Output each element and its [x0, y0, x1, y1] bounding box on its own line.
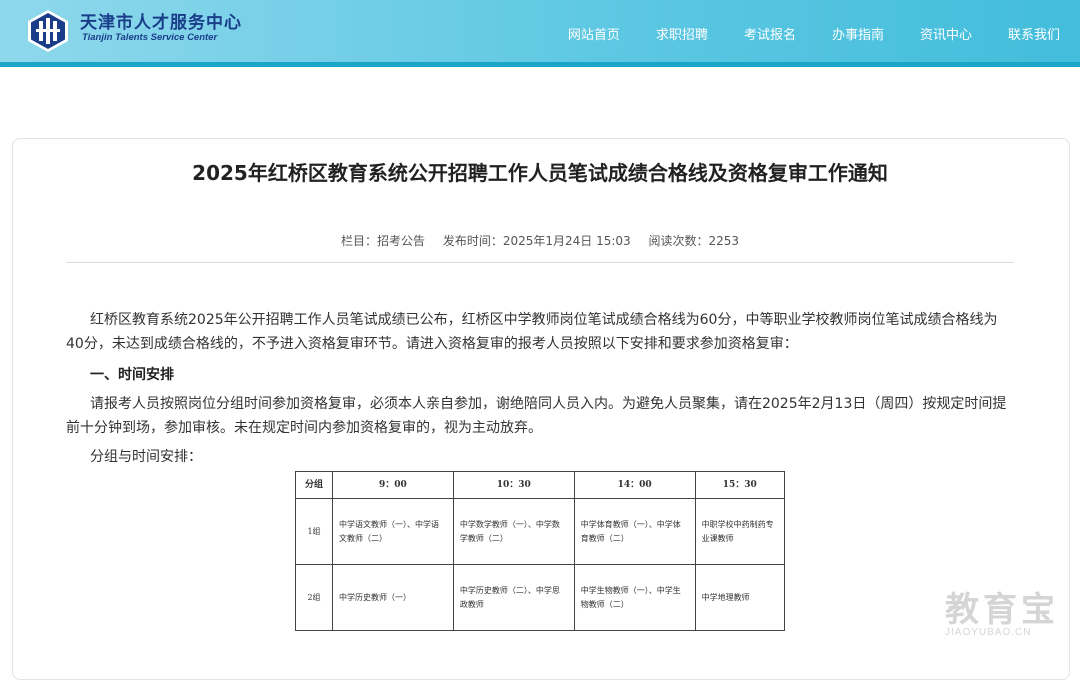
main-nav: 网站首页 求职招聘 考试报名 办事指南 资讯中心 联系我们: [532, 24, 1060, 43]
article-paragraph-schedule-label: 分组与时间安排：: [90, 449, 202, 465]
table-cell: 中学历史教师（一）: [332, 564, 454, 631]
table-row: 1组 中学语文教师（一）、中学语文教师（二） 中学数学教师（一）、中学数学教师（…: [295, 498, 786, 565]
schedule-table: 分组 9：00 10：30 14：00 15：30 1组 中学语文教师（一）、中…: [295, 471, 786, 631]
table-cell-group: 1组: [295, 498, 333, 565]
nav-item-contact[interactable]: 联系我们: [1008, 24, 1060, 43]
table-cell-group: 2组: [295, 564, 333, 631]
table-cell: 中学语文教师（一）、中学语文教师（二）: [332, 498, 454, 565]
nav-item-guide[interactable]: 办事指南: [832, 24, 884, 43]
nav-item-news[interactable]: 资讯中心: [920, 24, 972, 43]
article-paragraph-time: 请报考人员按照岗位分组时间参加资格复审，必须本人亲自参加，谢绝陪同人员入内。为避…: [66, 396, 1007, 436]
article-view-count: 阅读次数：2253: [648, 234, 740, 248]
article-column: 栏目：招考公告: [340, 234, 425, 248]
table-header-cell: 15：30: [694, 471, 786, 499]
table-header-cell: 14：00: [573, 471, 696, 499]
table-header-cell: 10：30: [452, 471, 575, 499]
header-divider: [0, 62, 1080, 67]
watermark: 教育宝 JIAOYUBAO.CN: [945, 582, 1059, 638]
table-cell: 中学历史教师（二）、中学思政教师: [452, 564, 575, 631]
table-header-cell: 9：00: [332, 471, 454, 499]
table-cell: 中学数学教师（一）、中学数学教师（二）: [452, 498, 575, 565]
table-header-cell: 分组: [295, 471, 333, 499]
site-header: 天津市人才服务中心 Tianjin Talents Service Center…: [0, 0, 1080, 62]
nav-item-jobs[interactable]: 求职招聘: [656, 24, 708, 43]
table-cell: 中学地理教师: [694, 564, 786, 631]
logo-title-en[interactable]: Tianjin Talents Service Center: [82, 32, 217, 43]
table-header-row: 分组 9：00 10：30 14：00 15：30: [295, 471, 786, 499]
section-heading-time: 一、时间安排: [90, 367, 174, 383]
table-cell: 中学体育教师（一）、中学体育教师（二）: [573, 498, 696, 565]
nav-item-home[interactable]: 网站首页: [568, 24, 620, 43]
logo-emblem-icon[interactable]: [26, 9, 70, 53]
article-published-time: 发布时间：2025年1月24日 15:03: [442, 234, 631, 248]
nav-item-exam-registration[interactable]: 考试报名: [744, 24, 796, 43]
article-meta: 栏目：招考公告 发布时间：2025年1月24日 15:03 阅读次数：2253: [0, 232, 1080, 249]
table-row: 2组 中学历史教师（一） 中学历史教师（二）、中学思政教师 中学生物教师（一）、…: [295, 564, 786, 631]
table-cell: 中学生物教师（一）、中学生物教师（二）: [573, 564, 696, 631]
meta-divider: [66, 262, 1014, 263]
watermark-cn: 教育宝: [945, 590, 1059, 630]
article-title: 2025年红桥区教育系统公开招聘工作人员笔试成绩合格线及资格复审工作通知: [192, 161, 888, 185]
table-cell: 中职学校中药制药专业课教师: [694, 498, 786, 565]
logo-title-cn[interactable]: 天津市人才服务中心: [80, 8, 242, 33]
article-paragraph-intro: 红桥区教育系统2025年公开招聘工作人员笔试成绩已公布，红桥区中学教师岗位笔试成…: [66, 312, 998, 352]
